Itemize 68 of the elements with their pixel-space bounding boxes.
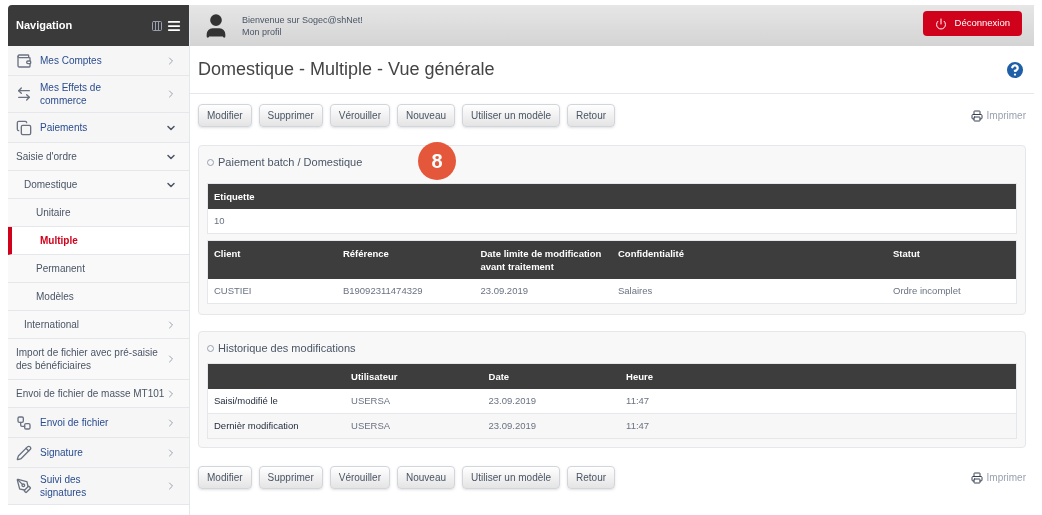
printer-icon — [970, 109, 983, 122]
pen-icon — [16, 478, 32, 494]
nav-item[interactable]: Mes Effets de commerce — [8, 76, 189, 113]
columns-icon[interactable] — [151, 19, 163, 32]
toolbar-button[interactable]: Vérouiller — [329, 466, 390, 489]
nav-item[interactable]: Domestique — [8, 171, 189, 199]
toolbar-button[interactable]: Utiliser un modèle — [462, 104, 561, 127]
panel-title: Paiement batch / Domestique — [218, 155, 363, 170]
column-header: Date — [488, 370, 510, 382]
toolbar-button[interactable]: Utiliser un modèle — [462, 466, 561, 489]
menu-icon[interactable] — [167, 18, 181, 33]
nav-item[interactable]: Multiple — [8, 227, 189, 255]
nav-item[interactable]: International — [8, 311, 189, 339]
wallet-icon — [16, 52, 32, 69]
toolbar-button[interactable]: Modifier — [198, 104, 252, 127]
pages-icon — [16, 119, 32, 136]
column-header: Heure — [626, 370, 653, 382]
table-cell: 11:47 — [626, 394, 650, 406]
table-cell: USERSA — [351, 419, 391, 431]
table-cell: 23.09.2019 — [480, 284, 528, 296]
column-header: Statut — [893, 247, 920, 259]
toolbar-button[interactable]: Supprimer — [258, 104, 323, 127]
page-title: Domestique - Multiple - Vue générale — [198, 58, 495, 81]
toolbar-button[interactable]: Nouveau — [396, 104, 455, 127]
column-header: Date limite de modification avant traitement — [480, 247, 602, 272]
nav-item[interactable]: Mes Comptes — [8, 46, 189, 76]
table-cell: Ordre incomplet — [893, 284, 961, 296]
column-header: Confidentialité — [617, 247, 684, 259]
pencil-icon — [16, 444, 32, 461]
printer-icon — [970, 471, 983, 484]
nav-item[interactable]: Signature — [8, 438, 189, 468]
toolbar-button[interactable]: Retour — [567, 466, 616, 489]
nav-item[interactable]: Unitaire — [8, 199, 189, 227]
nav-title: Navigation — [16, 18, 73, 34]
toolbar-button[interactable]: Nouveau — [396, 466, 455, 489]
table-cell: 23.09.2019 — [488, 419, 537, 431]
table-cell: CUSTIEI — [214, 284, 252, 296]
table-cell: 10 — [214, 214, 225, 226]
table-cell: 23.09.2019 — [488, 394, 537, 406]
toolbar-button[interactable]: Supprimer — [258, 466, 323, 489]
nav-item[interactable]: Envoi de fichier — [8, 408, 189, 438]
welcome-text: Bienvenue sur Sogec@shNet! — [242, 13, 363, 26]
table-cell: B19092311474329 — [342, 284, 423, 296]
column-header: Client — [214, 247, 241, 259]
table-cell: Saisi/modifié le — [214, 394, 278, 406]
column-header: Etiquette — [214, 190, 255, 202]
power-icon — [934, 17, 947, 30]
logout-button[interactable]: Déconnexion — [922, 11, 1022, 36]
nav-item[interactable]: Suivi des signatures — [8, 468, 189, 505]
nav-item[interactable]: Envoi de fichier de masse MT101 — [8, 380, 189, 408]
column-header: Référence — [342, 247, 389, 259]
arrows-icon — [16, 86, 32, 102]
nav-item[interactable]: Import de fichier avec pré-saisie des bénéficiaires — [8, 339, 189, 380]
profile-link[interactable]: Mon profil — [242, 25, 363, 38]
table-cell: 11:47 — [626, 419, 650, 431]
nav-item[interactable]: Permanent — [8, 255, 189, 283]
table-cell: Salaires — [617, 284, 653, 296]
column-header: Utilisateur — [351, 370, 398, 382]
table-cell: USERSA — [351, 394, 391, 406]
toolbar-button[interactable]: Vérouiller — [329, 104, 390, 127]
table-cell: Dernièr modification — [214, 419, 299, 431]
toolbar-button[interactable]: Retour — [567, 104, 616, 127]
toolbar-button[interactable]: Modifier — [198, 466, 252, 489]
nav-item[interactable]: Saisie d'ordre — [8, 143, 189, 171]
panel-title: Historique des modifications — [218, 341, 356, 356]
nodes-icon — [16, 414, 32, 431]
nav-item[interactable]: Modèles — [8, 283, 189, 311]
nav-item[interactable]: Paiements — [8, 113, 189, 143]
